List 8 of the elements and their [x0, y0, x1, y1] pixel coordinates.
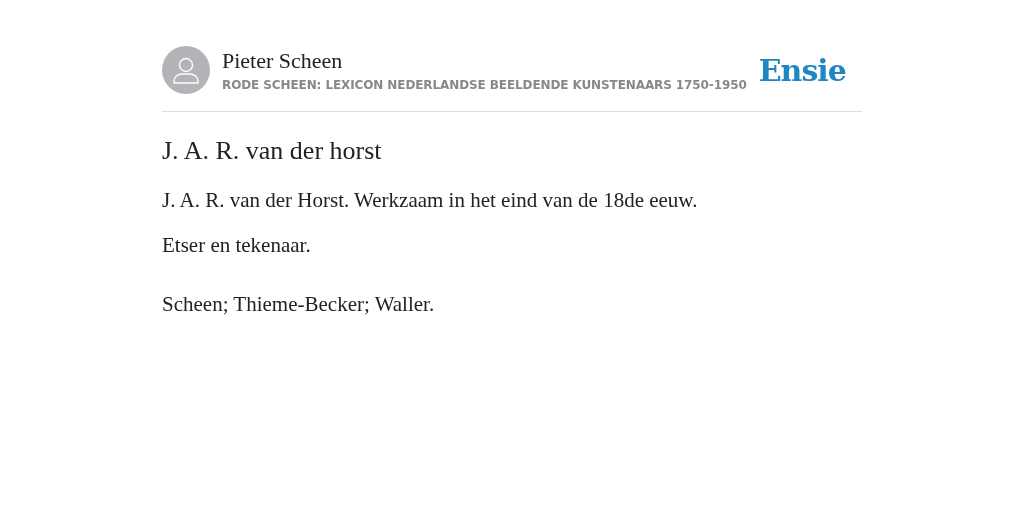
author-name: Pieter Scheen: [222, 48, 344, 74]
article-title: J. A. R. van der horst: [162, 136, 383, 166]
site-logo[interactable]: Ensie: [758, 52, 846, 88]
paragraph: J. A. R. van der Horst. Werkzaam in het eind van de 18de eeuw.: [162, 188, 699, 213]
source-title: RODE SCHEEN: LEXICON NEDERLANDSE BEELDENDE KUNSTENAARS 1750-1950: [222, 78, 747, 92]
sources-text: Scheen; Thieme-Becker; Waller.: [162, 292, 436, 317]
avatar-icon: [162, 46, 210, 94]
paragraph: Etser en tekenaar.: [162, 233, 312, 258]
